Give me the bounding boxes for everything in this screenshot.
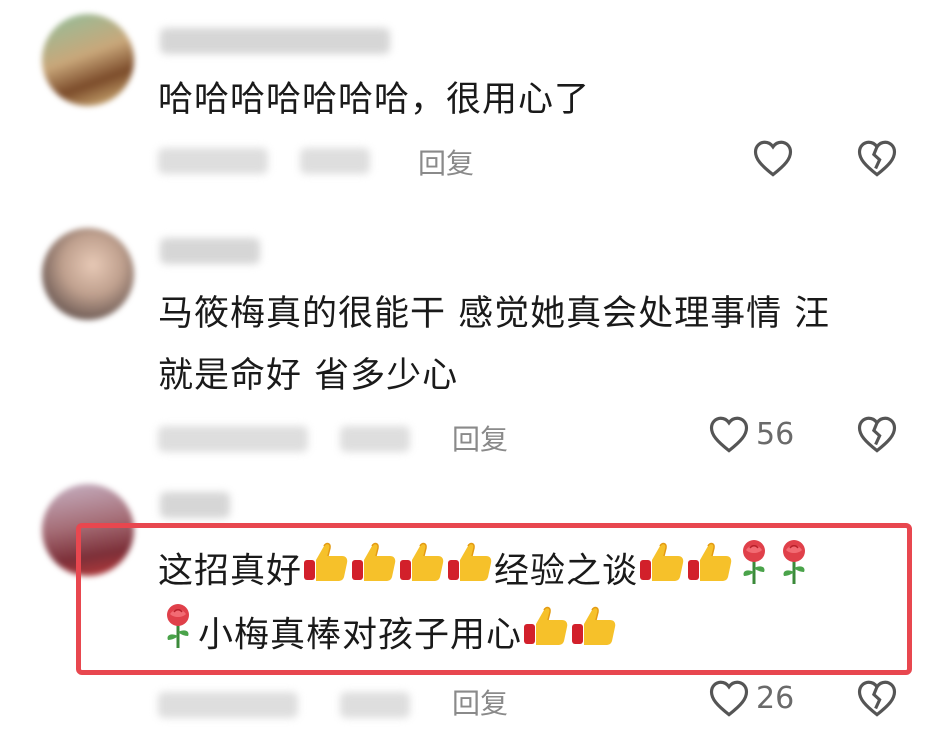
broken-heart-icon[interactable] <box>856 414 898 454</box>
avatar[interactable] <box>42 14 134 106</box>
comment-text-line2: 就是命好 省多少心 <box>158 356 459 396</box>
reply-button[interactable]: 回复 <box>452 418 508 458</box>
like-count: 56 <box>756 416 795 452</box>
timestamp-blurred <box>158 426 308 452</box>
like-button[interactable] <box>752 138 800 178</box>
broken-heart-icon[interactable] <box>856 138 898 178</box>
comment-text: 哈哈哈哈哈哈哈，很用心了 <box>158 80 591 120</box>
heart-outline-icon <box>752 138 794 178</box>
comment-text-line1: 马筱梅真的很能干 感觉她真会处理事情 汪 <box>158 294 831 334</box>
heart-outline-icon <box>708 678 750 718</box>
username-blurred[interactable] <box>160 238 260 264</box>
timestamp-blurred <box>158 148 268 174</box>
reply-button[interactable]: 回复 <box>418 142 474 182</box>
like-button[interactable]: 56 <box>708 414 794 454</box>
location-blurred <box>340 426 410 452</box>
broken-heart-icon[interactable] <box>856 678 898 718</box>
location-blurred <box>340 692 410 718</box>
location-blurred <box>300 148 370 174</box>
username-blurred[interactable] <box>160 28 390 54</box>
timestamp-blurred <box>158 692 298 718</box>
like-button[interactable]: 26 <box>708 678 794 718</box>
reply-button[interactable]: 回复 <box>452 682 508 722</box>
heart-outline-icon <box>708 414 750 454</box>
like-count: 26 <box>756 680 795 716</box>
username-blurred[interactable] <box>160 492 230 518</box>
avatar[interactable] <box>42 228 134 320</box>
highlight-box <box>76 523 912 675</box>
